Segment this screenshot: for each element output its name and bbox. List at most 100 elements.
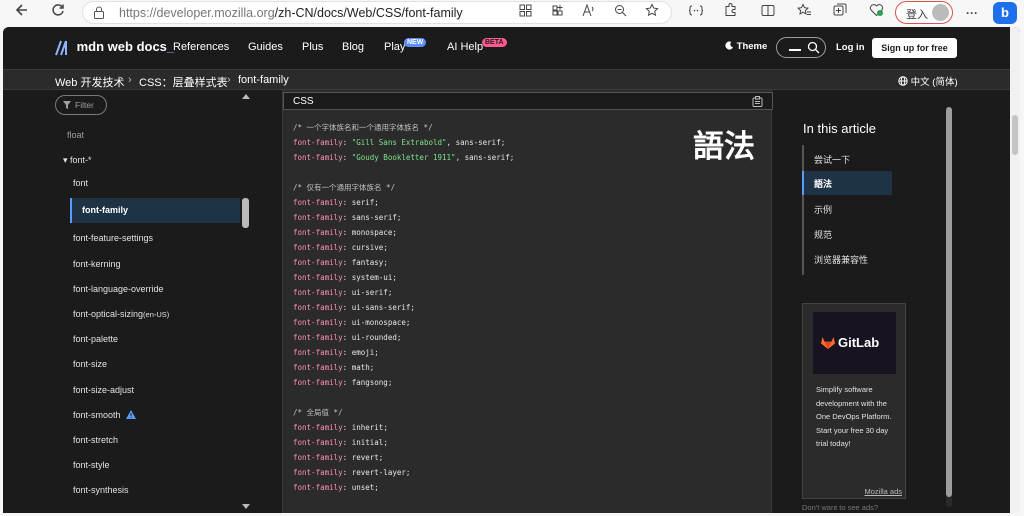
page-scrollbar[interactable]: [1010, 27, 1020, 513]
avatar: [932, 4, 949, 21]
code-line: font-family: ui-sans-serif;: [293, 303, 415, 312]
toc-list: 尝试一下 語法 示例 规范 浏览器兼容性: [802, 145, 894, 275]
sidebar-item-font-language-override[interactable]: font-language-override: [73, 284, 164, 294]
bing-icon[interactable]: b: [993, 2, 1017, 24]
toc-item[interactable]: 示例: [814, 203, 832, 216]
code-line: font-family: math;: [293, 363, 375, 372]
code-line: font-family: revert-layer;: [293, 468, 411, 477]
back-icon[interactable]: [12, 3, 32, 23]
nav-plus[interactable]: Plus: [302, 41, 323, 53]
profile-label: 登入: [906, 9, 928, 21]
scroll-up-icon[interactable]: [242, 94, 250, 99]
refresh-icon[interactable]: [48, 3, 68, 23]
breadcrumb-current[interactable]: font-family: [238, 74, 289, 86]
toc-item[interactable]: 浏览器兼容性: [814, 253, 868, 266]
theme-button[interactable]: Theme: [725, 41, 767, 52]
code-line: font-family: system-ui;: [293, 273, 397, 282]
sidebar-item-float[interactable]: float: [67, 130, 84, 140]
app-icon[interactable]: [547, 3, 567, 23]
nav-ai-help[interactable]: AI Help: [447, 41, 483, 53]
code-line: font-family: initial;: [293, 438, 388, 447]
ad-image[interactable]: GitLab: [813, 312, 896, 374]
sidebar-item-font-size[interactable]: font-size: [73, 359, 107, 369]
page-viewport: mdn web docs_ References Guides Plus Blo…: [3, 27, 1020, 513]
scroll-down-icon[interactable]: [242, 504, 250, 509]
code-line: font-family: "Gill Sans Extrabold", sans…: [293, 138, 506, 147]
toc-scrollbar[interactable]: [946, 107, 952, 507]
signup-button[interactable]: Sign up for free: [872, 38, 957, 58]
sidebar-item-font-optical-sizing[interactable]: font-optical-sizing(en-US): [73, 309, 169, 319]
grid-icon[interactable]: [515, 3, 535, 23]
theme-label: Theme: [736, 41, 768, 52]
code-line: font-family: monospace;: [293, 228, 397, 237]
toc-item[interactable]: 规范: [814, 228, 832, 241]
breadcrumb-web[interactable]: Web 开发技术: [55, 74, 124, 90]
filter-icon: [63, 101, 71, 109]
profile-button[interactable]: 登入: [895, 1, 953, 24]
copy-icon[interactable]: [752, 96, 763, 107]
scroll-thumb[interactable]: [1012, 115, 1018, 155]
toc-item[interactable]: 尝试一下: [814, 153, 850, 166]
code-comment: /* 全局值 */: [293, 408, 343, 417]
mdn-logo[interactable]: mdn web docs_: [55, 39, 174, 59]
login-link[interactable]: Log in: [836, 42, 865, 53]
collections-icon[interactable]: [830, 3, 850, 23]
zoom-icon[interactable]: [610, 3, 630, 23]
nav-references[interactable]: References: [173, 41, 229, 53]
search-cursor: [789, 49, 801, 51]
nav-guides[interactable]: Guides: [248, 41, 283, 53]
sidebar-scrollbar[interactable]: [241, 90, 251, 513]
globe-icon: [898, 76, 908, 86]
search-input[interactable]: [776, 37, 826, 58]
sidebar-item-font-style[interactable]: font-style: [73, 460, 110, 470]
nav-play[interactable]: Play: [384, 41, 405, 53]
gitlab-logo: GitLab: [821, 335, 879, 350]
logo-text: mdn web docs: [76, 39, 167, 54]
lock-icon[interactable]: [93, 6, 105, 19]
split-icon[interactable]: [758, 3, 778, 23]
nav-blog[interactable]: Blog: [342, 41, 364, 53]
scroll-thumb[interactable]: [946, 107, 952, 497]
breadcrumb-separator: ›: [227, 74, 231, 86]
language-switcher[interactable]: 中文 (简体): [898, 74, 958, 88]
filter-input[interactable]: Filter: [55, 95, 107, 115]
ad-footer[interactable]: Don't want to see ads?: [802, 503, 878, 512]
code-line: font-family: emoji;: [293, 348, 379, 357]
code-header: CSS: [283, 92, 773, 110]
sidebar-item-font-size-adjust[interactable]: font-size-adjust: [73, 385, 134, 395]
sidebar-group-font[interactable]: ▾ font-*: [63, 155, 92, 166]
sidebar-item-font[interactable]: font: [73, 178, 88, 188]
code-line: font-family: ui-monospace;: [293, 318, 411, 327]
sidebar-item-font-family[interactable]: font-family: [70, 198, 240, 223]
code-line: font-family: serif;: [293, 198, 379, 207]
code-icon[interactable]: [686, 3, 706, 23]
extensions-icon[interactable]: [721, 3, 741, 23]
code-line: font-family: fantasy;: [293, 258, 388, 267]
read-aloud-icon[interactable]: [579, 3, 599, 23]
sidebar-item-font-feature-settings[interactable]: font-feature-settings: [73, 233, 153, 243]
favorite-icon[interactable]: [642, 3, 662, 23]
health-icon[interactable]: [866, 3, 886, 23]
ad-box[interactable]: GitLab Simplify software development wit…: [802, 303, 906, 499]
beta-badge: BETA: [482, 38, 507, 47]
more-icon[interactable]: ···: [962, 3, 982, 23]
sidebar-item-font-kerning[interactable]: font-kerning: [73, 259, 121, 269]
sidebar-item-font-stretch[interactable]: font-stretch: [73, 435, 118, 445]
warning-icon: [126, 410, 137, 419]
favorites-icon[interactable]: [794, 3, 814, 23]
scroll-thumb[interactable]: [242, 198, 249, 228]
toc-item-active[interactable]: 語法: [802, 171, 892, 195]
sidebar-item-font-palette[interactable]: font-palette: [73, 334, 118, 344]
code-line: font-family: inherit;: [293, 423, 388, 432]
ad-text[interactable]: Simplify software development with the O…: [816, 383, 896, 451]
code-line: font-family: fangsong;: [293, 378, 393, 387]
breadcrumb-css[interactable]: CSS：层叠样式表: [139, 74, 228, 90]
search-icon[interactable]: [807, 41, 820, 54]
browser-toolbar: https://developer.mozilla.org/zh-CN/docs…: [0, 0, 1024, 26]
sidebar-item-font-smooth[interactable]: font-smooth: [73, 410, 137, 420]
code-line: font-family: sans-serif;: [293, 213, 402, 222]
sidebar-item-font-synthesis[interactable]: font-synthesis: [73, 485, 129, 495]
ad-label[interactable]: Mozilla ads: [864, 487, 902, 496]
breadcrumb-separator: ›: [128, 74, 132, 86]
toc-title: In this article: [803, 121, 876, 136]
